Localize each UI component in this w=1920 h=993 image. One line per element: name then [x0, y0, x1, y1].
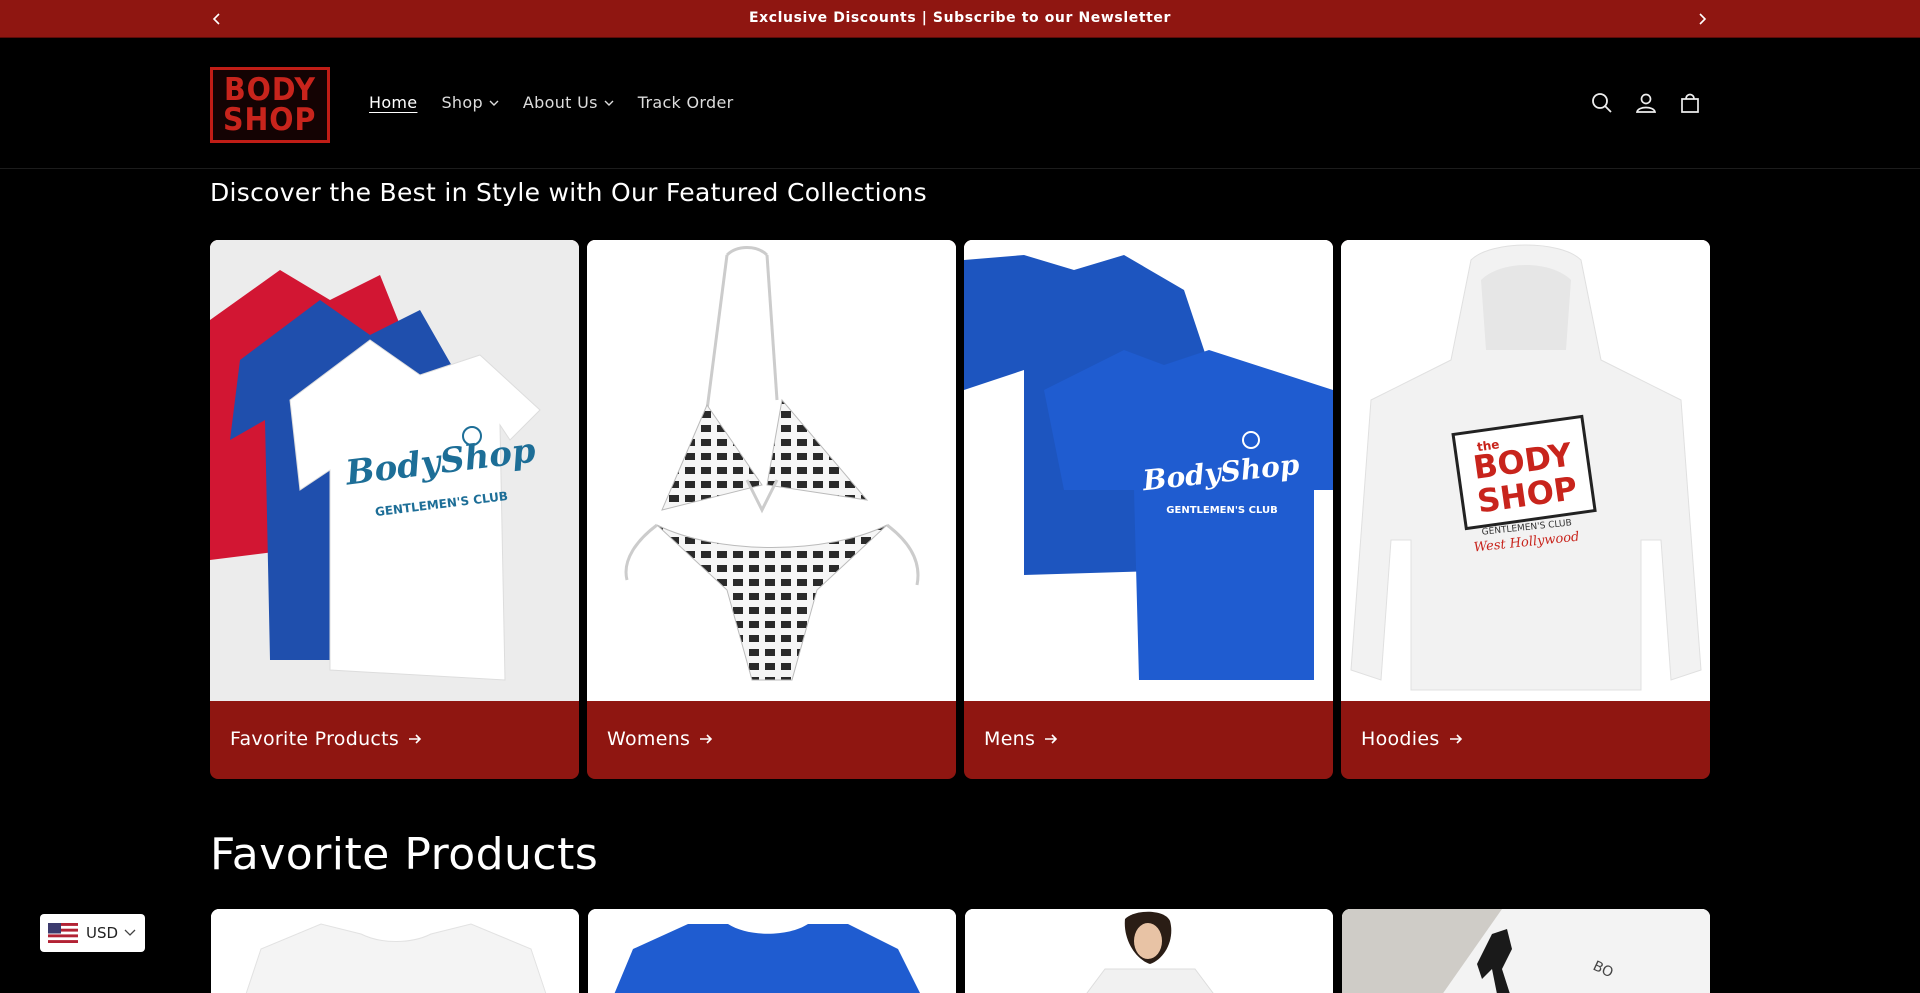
product-card[interactable]: BO [1342, 909, 1710, 993]
collection-card-favorite-products[interactable]: BodyShop GENTLEMEN'S CLUB Favorite Produ… [210, 240, 579, 779]
product-image: BO [1342, 909, 1710, 993]
favorite-products-title: Favorite Products [210, 829, 599, 880]
collection-label: Womens [607, 728, 713, 750]
nav-shop[interactable]: Shop [441, 93, 499, 112]
collection-label-text: Hoodies [1361, 728, 1440, 750]
collection-label-text: Mens [984, 728, 1036, 750]
collection-image: BodyShop GENTLEMEN'S CLUB [964, 240, 1333, 701]
chevron-down-icon [604, 100, 614, 106]
arrow-right-icon [1449, 734, 1463, 744]
collection-label: Hoodies [1361, 728, 1463, 750]
announcement-next-button[interactable] [1692, 9, 1712, 29]
arrow-right-icon [1044, 734, 1058, 744]
nav-about[interactable]: About Us [523, 93, 614, 112]
account-icon [1635, 93, 1657, 113]
site-header: BODY SHOP Home Shop About Us Track Order [0, 39, 1920, 169]
collection-image [587, 240, 956, 701]
collection-label-text: Favorite Products [230, 728, 400, 750]
collection-label-text: Womens [607, 728, 691, 750]
product-card[interactable] [211, 909, 579, 993]
announcement-text[interactable]: Exclusive Discounts | Subscribe to our N… [0, 10, 1920, 26]
cart-button[interactable] [1678, 91, 1702, 115]
announcement-bar: Exclusive Discounts | Subscribe to our N… [0, 0, 1920, 38]
logo-line-1: BODY [224, 72, 316, 108]
account-button[interactable] [1634, 91, 1658, 115]
collection-cards: BodyShop GENTLEMEN'S CLUB Favorite Produ… [210, 240, 1711, 780]
featured-collections-title: Discover the Best in Style with Our Feat… [210, 178, 927, 207]
chevron-down-icon [124, 929, 136, 937]
nav-track-order[interactable]: Track Order [638, 93, 734, 112]
product-card[interactable] [965, 909, 1333, 993]
product-image [211, 909, 579, 993]
collection-label: Mens [984, 728, 1058, 750]
main-nav: Home Shop About Us Track Order [369, 93, 757, 112]
nav-track-order-label: Track Order [637, 93, 734, 112]
chevron-down-icon [489, 100, 499, 106]
product-image [588, 909, 956, 993]
search-icon [1592, 93, 1612, 113]
cart-icon [1681, 93, 1699, 113]
collection-card-mens[interactable]: BodyShop GENTLEMEN'S CLUB Mens [964, 240, 1333, 779]
collection-image: the BODY SHOP GENTLEMEN'S CLUB West Holl… [1341, 240, 1710, 701]
search-button[interactable] [1590, 91, 1614, 115]
collection-card-hoodies[interactable]: the BODY SHOP GENTLEMEN'S CLUB West Holl… [1341, 240, 1710, 779]
nav-about-label: About Us [522, 93, 598, 112]
us-flag-icon [48, 923, 78, 943]
nav-home[interactable]: Home [369, 93, 417, 112]
chevron-right-icon [1699, 13, 1707, 25]
collection-card-womens[interactable]: Womens [587, 240, 956, 779]
arrow-right-icon [699, 734, 713, 744]
logo-line-2: SHOP [223, 102, 317, 138]
site-logo[interactable]: BODY SHOP [210, 67, 330, 143]
nav-home-label: Home [369, 93, 418, 112]
collection-image: BodyShop GENTLEMEN'S CLUB [210, 240, 579, 701]
collection-label: Favorite Products [230, 728, 422, 750]
tee-sub-text: GENTLEMEN'S CLUB [1166, 505, 1277, 516]
currency-code: USD [86, 924, 119, 942]
currency-selector[interactable]: USD [40, 914, 145, 952]
product-image [965, 909, 1333, 993]
arrow-right-icon [408, 734, 422, 744]
header-icons [1590, 91, 1702, 115]
product-card[interactable] [588, 909, 956, 993]
nav-shop-label: Shop [441, 93, 483, 112]
